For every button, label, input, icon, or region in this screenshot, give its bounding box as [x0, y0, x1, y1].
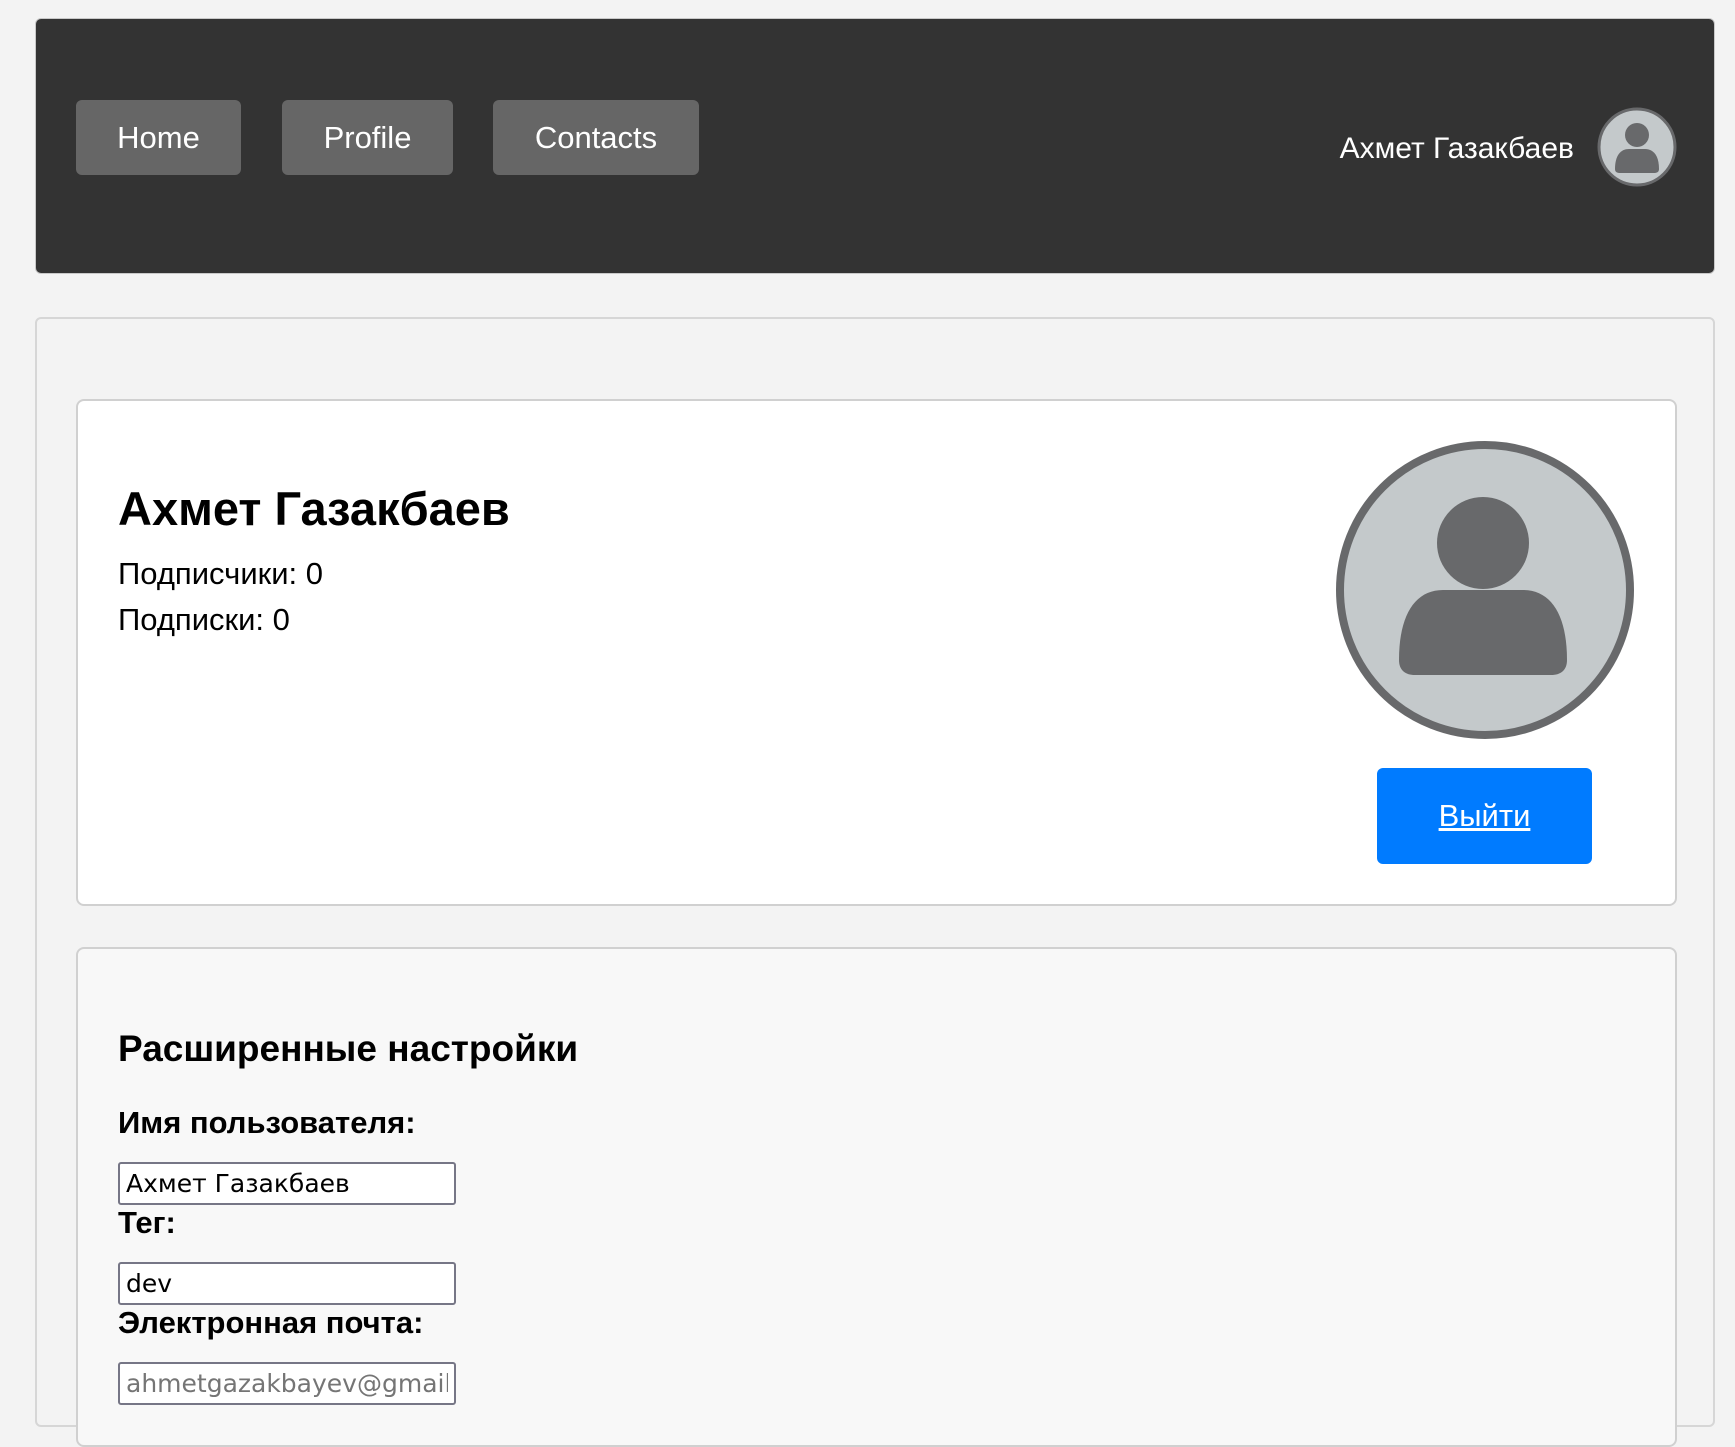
- profile-card: Ахмет Газакбаев Подписчики: 0 Подписки: …: [76, 399, 1677, 906]
- email-field[interactable]: [118, 1362, 456, 1405]
- user-avatar-icon: [1336, 441, 1634, 739]
- tag-label: Тег:: [118, 1205, 176, 1240]
- email-label: Электронная почта:: [118, 1305, 424, 1340]
- header-user-name[interactable]: Ахмет Газакбаев: [1340, 131, 1574, 167]
- tag-field[interactable]: [118, 1262, 456, 1305]
- followers-count: Подписчики: 0: [118, 556, 323, 591]
- following-count: Подписки: 0: [118, 602, 290, 637]
- nav-home-button[interactable]: Home: [76, 100, 241, 175]
- settings-title: Расширенные настройки: [118, 1028, 579, 1069]
- advanced-settings-card: Расширенные настройки Имя пользователя: …: [76, 947, 1677, 1447]
- header-avatar[interactable]: [1597, 107, 1677, 187]
- profile-name: Ахмет Газакбаев: [118, 482, 510, 535]
- user-avatar-icon: [1597, 107, 1677, 187]
- nav-profile-button[interactable]: Profile: [282, 100, 453, 175]
- logout-button[interactable]: Выйти: [1377, 768, 1592, 864]
- top-header: Home Profile Contacts Ахмет Газакбаев: [35, 18, 1715, 274]
- nav-contacts-button[interactable]: Contacts: [493, 100, 699, 175]
- username-label: Имя пользователя:: [118, 1105, 416, 1140]
- profile-avatar: [1335, 440, 1635, 740]
- username-field[interactable]: [118, 1162, 456, 1205]
